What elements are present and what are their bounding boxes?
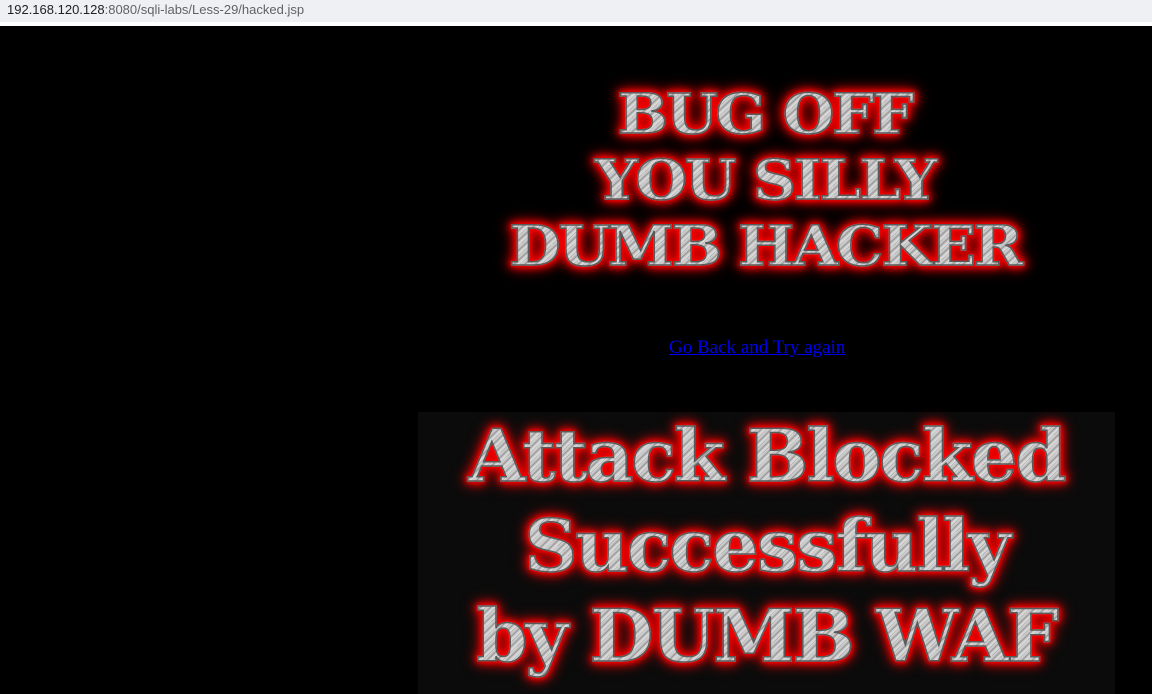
attack-blocked-line-3: by DUMB WAF	[411, 592, 1122, 680]
hacker-warning-image: BUG OFF YOU SILLY DUMB HACKER	[470, 81, 1060, 282]
go-back-link[interactable]: Go Back and Try again	[669, 337, 845, 359]
url-host: 192.168.120.128	[7, 2, 105, 17]
hacker-warning-line-3: DUMB HACKER	[446, 213, 1083, 279]
attack-blocked-image: Attack Blocked Successfully by DUMB WAF	[418, 412, 1115, 694]
attack-blocked-line-1: Attack Blocked	[411, 412, 1122, 500]
address-bar[interactable]: 192.168.120.128:8080/sqli-labs/Less-29/h…	[0, 0, 1152, 26]
browser-window: 192.168.120.128:8080/sqli-labs/Less-29/h…	[0, 0, 1152, 694]
url-text[interactable]: 192.168.120.128:8080/sqli-labs/Less-29/h…	[7, 2, 304, 18]
hacker-warning-line-1: BUG OFF	[446, 81, 1083, 147]
hacker-warning-line-2: YOU SILLY	[446, 147, 1083, 213]
page-content: BUG OFF YOU SILLY DUMB HACKER Go Back an…	[0, 26, 1152, 694]
attack-blocked-line-2: Successfully	[411, 502, 1122, 590]
url-path: :8080/sqli-labs/Less-29/hacked.jsp	[104, 2, 305, 17]
